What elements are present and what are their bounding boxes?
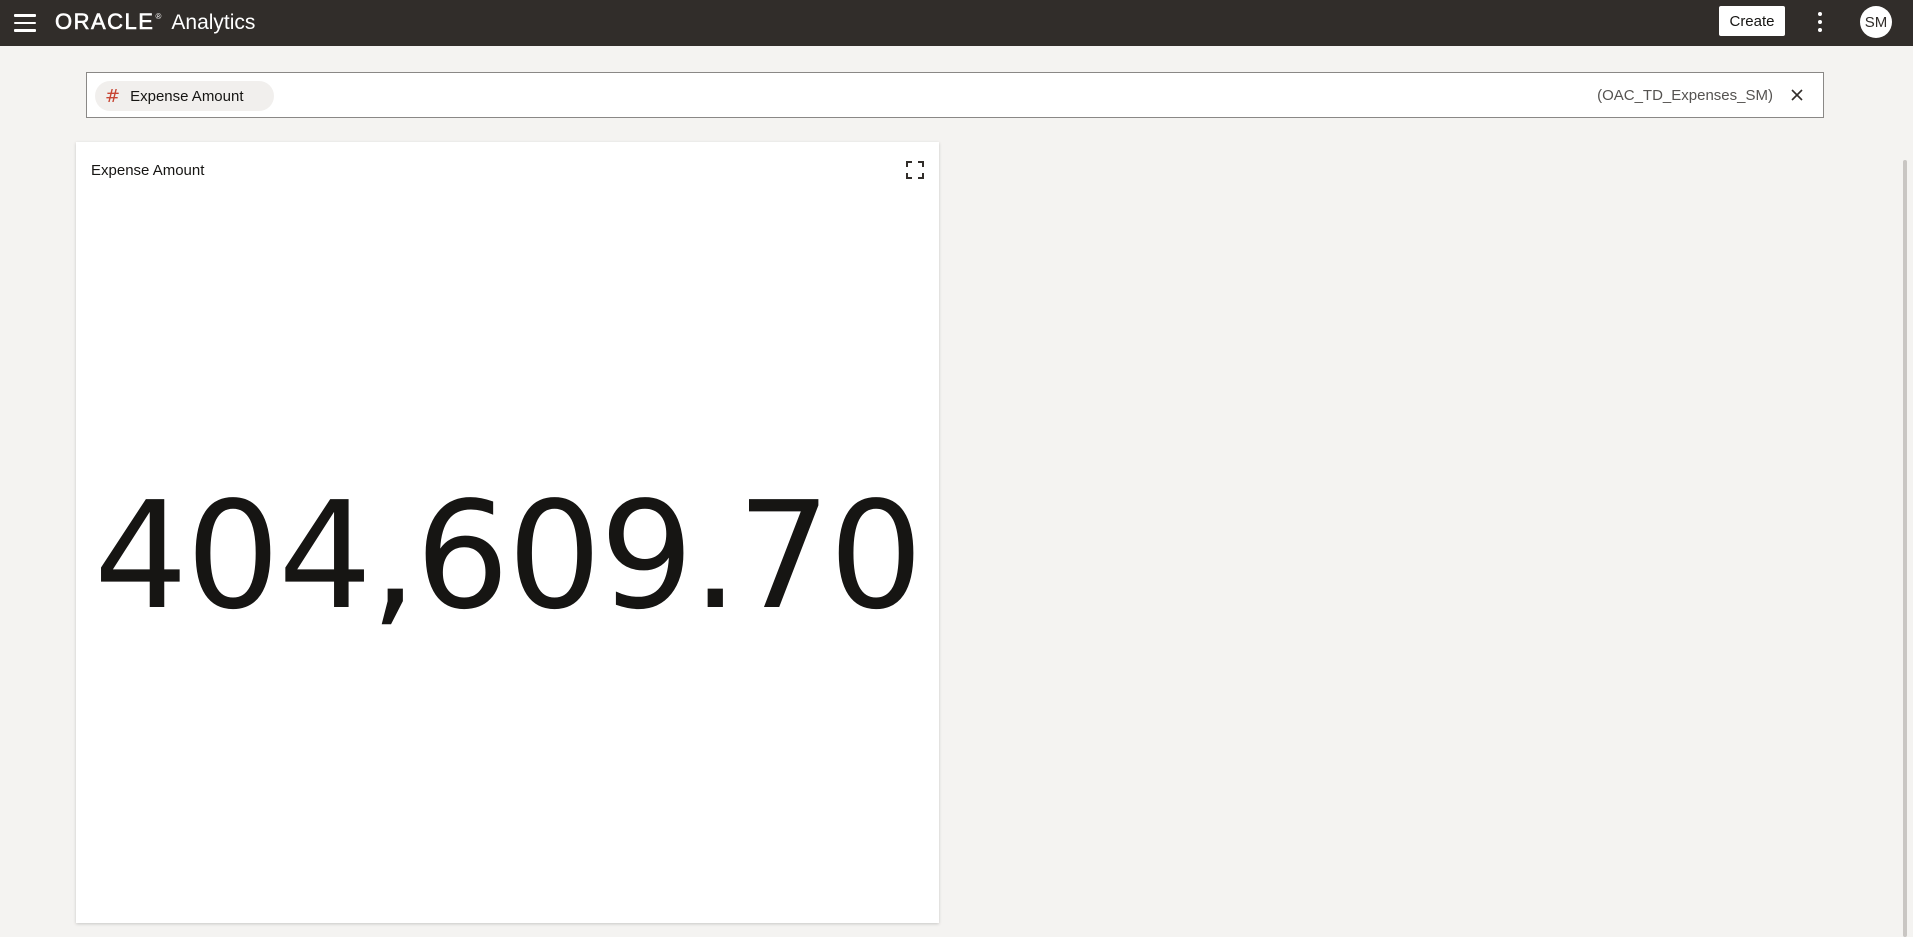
product-name: Analytics: [171, 11, 256, 34]
kpi-value: 404,609.70: [93, 470, 923, 642]
vertical-scrollbar[interactable]: [1903, 160, 1907, 937]
more-options-icon[interactable]: [1810, 10, 1830, 34]
chip-label: Expense Amount: [130, 87, 244, 105]
oracle-wordmark: ORACLE: [55, 9, 155, 35]
tile-title: Expense Amount: [91, 162, 205, 179]
datasource-label: (OAC_TD_Expenses_SM): [1597, 87, 1773, 104]
measure-hash-icon: #: [105, 85, 121, 107]
clear-search-icon[interactable]: [1787, 85, 1807, 105]
expense-amount-chip[interactable]: # Expense Amount: [95, 81, 274, 111]
brand-logo[interactable]: ORACLE ® Analytics: [55, 9, 256, 35]
registered-mark: ®: [155, 12, 162, 21]
user-avatar[interactable]: SM: [1860, 6, 1892, 38]
expand-icon[interactable]: [905, 160, 925, 180]
hamburger-menu-icon[interactable]: [14, 11, 40, 35]
kpi-tile: Expense Amount 404,609.70: [76, 142, 939, 923]
create-button[interactable]: Create: [1719, 6, 1785, 36]
search-filter-bar[interactable]: # Expense Amount (OAC_TD_Expenses_SM): [86, 72, 1824, 118]
top-bar: ORACLE ® Analytics Create SM: [0, 0, 1913, 46]
